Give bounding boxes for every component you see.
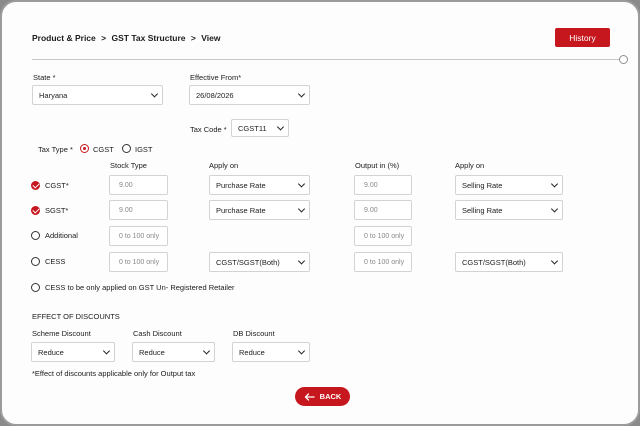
- tax-code-select[interactable]: CGST11: [231, 119, 289, 137]
- cgst-apply-on-value: Purchase Rate: [216, 180, 266, 190]
- cess-unregistered-radio[interactable]: [31, 283, 40, 292]
- chevron-down-icon: [550, 257, 559, 265]
- scheme-discount-value: Reduce: [38, 347, 64, 357]
- back-button[interactable]: BACK: [295, 387, 350, 406]
- db-discount-select[interactable]: Reduce: [232, 342, 310, 362]
- tax-code-value: CGST11: [238, 123, 267, 133]
- additional-radio[interactable]: [31, 231, 40, 240]
- cess-output-input[interactable]: 0 to 100 only: [354, 252, 412, 272]
- column-header-apply-on-output: Apply on: [455, 161, 485, 170]
- cgst-output-input[interactable]: 9.00: [354, 175, 412, 195]
- scheme-discount-select[interactable]: Reduce: [31, 342, 115, 362]
- effective-from-label: Effective From*: [190, 73, 242, 82]
- breadcrumb: Product & Price > GST Tax Structure > Vi…: [32, 33, 223, 43]
- column-header-output-in: Output in (%): [355, 161, 400, 170]
- chevron-down-icon: [297, 90, 306, 98]
- sgst-label: SGST*: [45, 206, 69, 215]
- breadcrumb-separator: >: [190, 33, 196, 43]
- sgst-apply-on-output-select[interactable]: Selling Rate: [455, 200, 563, 220]
- chevron-down-icon: [297, 257, 306, 265]
- chevron-down-icon: [297, 205, 306, 213]
- cgst-apply-on-output-select[interactable]: Selling Rate: [455, 175, 563, 195]
- chevron-down-icon: [297, 347, 306, 355]
- state-label: State *: [33, 73, 56, 82]
- sgst-output-input[interactable]: 9.00: [354, 200, 412, 220]
- cess-stock-input[interactable]: 0 to 100 only: [109, 252, 168, 272]
- arrow-left-icon: [304, 392, 315, 401]
- cgst-stock-input[interactable]: 9.00: [109, 175, 168, 195]
- state-value: Haryana: [39, 90, 68, 100]
- state-select[interactable]: Haryana: [32, 85, 163, 105]
- cess-radio[interactable]: [31, 257, 40, 266]
- sgst-apply-on-output-value: Selling Rate: [462, 205, 503, 215]
- cash-discount-label: Cash Discount: [133, 329, 182, 338]
- chevron-down-icon: [297, 180, 306, 188]
- cess-apply-on-output-value: CGST/SGST(Both): [462, 257, 526, 267]
- chevron-down-icon: [276, 123, 285, 131]
- discounts-note: *Effect of discounts applicable only for…: [32, 369, 196, 378]
- chevron-down-icon: [550, 180, 559, 188]
- sgst-stock-input[interactable]: 9.00: [109, 200, 168, 220]
- cess-label: CESS: [45, 257, 66, 266]
- progress-indicator: [619, 55, 628, 64]
- column-header-apply-on: Apply on: [209, 161, 239, 170]
- effective-from-value: 26/08/2026: [196, 90, 234, 100]
- tax-type-cgst-label: CGST: [93, 145, 114, 154]
- cess-unregistered-label: CESS to be only applied on GST Un- Regis…: [45, 283, 235, 292]
- cess-apply-on-select[interactable]: CGST/SGST(Both): [209, 252, 310, 272]
- tax-type-igst-label: IGST: [135, 145, 153, 154]
- chevron-down-icon: [102, 347, 111, 355]
- app-window: Product & Price > GST Tax Structure > Vi…: [0, 0, 640, 426]
- chevron-down-icon: [550, 205, 559, 213]
- tax-type-label: Tax Type *: [38, 145, 73, 154]
- tax-type-cgst-radio[interactable]: [80, 144, 89, 153]
- cash-discount-value: Reduce: [139, 347, 165, 357]
- discounts-section-title: EFFECT OF DISCOUNTS: [32, 312, 120, 321]
- cgst-label: CGST*: [45, 181, 69, 190]
- column-header-stock-type: Stock Type: [110, 161, 147, 170]
- back-label: BACK: [319, 392, 342, 401]
- cash-discount-select[interactable]: Reduce: [132, 342, 215, 362]
- tax-type-igst-radio[interactable]: [122, 144, 131, 153]
- cess-apply-on-value: CGST/SGST(Both): [216, 257, 280, 267]
- sgst-checkbox[interactable]: [31, 206, 40, 215]
- tax-code-label: Tax Code *: [190, 125, 227, 134]
- history-button[interactable]: History: [555, 28, 610, 47]
- scheme-discount-label: Scheme Discount: [32, 329, 91, 338]
- effective-from-select[interactable]: 26/08/2026: [189, 85, 310, 105]
- chevron-down-icon: [202, 347, 211, 355]
- additional-output-input[interactable]: 0 to 100 only: [354, 226, 412, 246]
- breadcrumb-item-product-price[interactable]: Product & Price: [32, 33, 96, 43]
- additional-stock-input[interactable]: 0 to 100 only: [109, 226, 168, 246]
- breadcrumb-item-gst-tax-structure[interactable]: GST Tax Structure: [112, 33, 186, 43]
- db-discount-value: Reduce: [239, 347, 265, 357]
- additional-label: Additional: [45, 231, 78, 240]
- chevron-down-icon: [150, 90, 159, 98]
- cess-apply-on-output-select[interactable]: CGST/SGST(Both): [455, 252, 563, 272]
- cgst-checkbox[interactable]: [31, 181, 40, 190]
- breadcrumb-separator: >: [101, 33, 107, 43]
- db-discount-label: DB Discount: [233, 329, 275, 338]
- sgst-apply-on-select[interactable]: Purchase Rate: [209, 200, 310, 220]
- breadcrumb-item-view: View: [201, 33, 221, 43]
- progress-track: [32, 59, 620, 60]
- cgst-apply-on-output-value: Selling Rate: [462, 180, 503, 190]
- sgst-apply-on-value: Purchase Rate: [216, 205, 266, 215]
- cgst-apply-on-select[interactable]: Purchase Rate: [209, 175, 310, 195]
